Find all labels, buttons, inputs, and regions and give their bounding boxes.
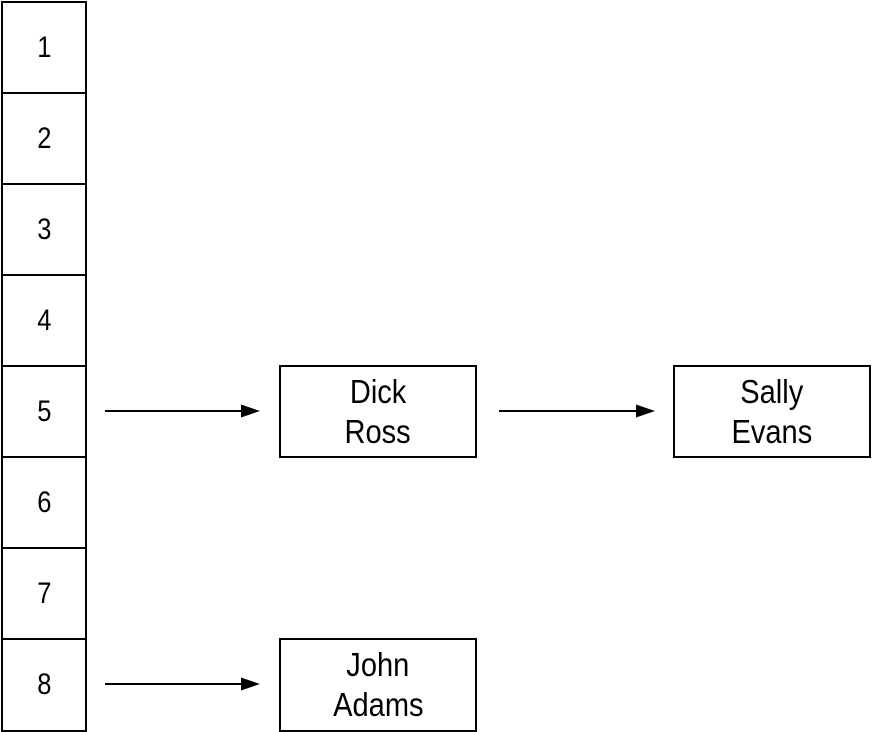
arrow-slot8-to-john-adams: [105, 677, 260, 691]
arrows-layer: [105, 404, 655, 691]
arrow-dick-ross-to-sally-evans: [499, 404, 655, 418]
arrow-slot5-to-dick-ross: [105, 404, 260, 418]
